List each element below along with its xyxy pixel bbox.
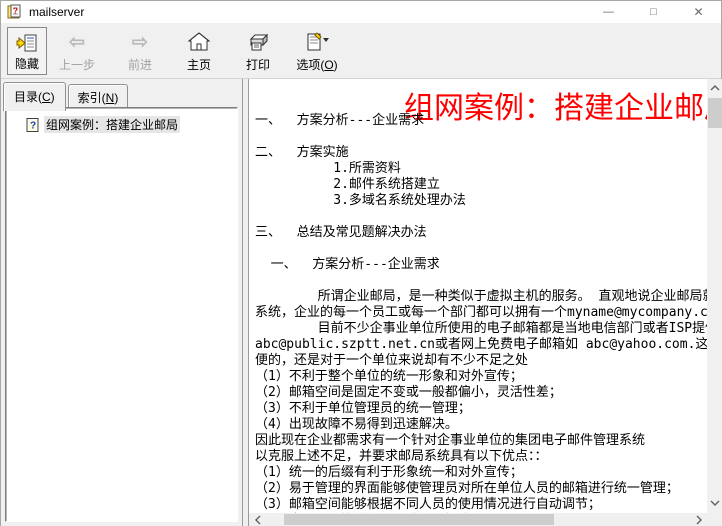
tree-item-topic[interactable]: ? 组网案例：搭建企业邮局 xyxy=(26,116,235,133)
horizontal-scrollbar[interactable] xyxy=(249,513,707,526)
forward-label: 前进 xyxy=(128,56,152,73)
content-line: 所谓企业邮局，是一种类似于虚拟主机的服务。 直观地说企业邮局就是以企 xyxy=(255,289,707,305)
svg-text:?: ? xyxy=(13,7,18,16)
horizontal-scroll-thumb[interactable] xyxy=(284,514,554,525)
close-button[interactable]: ✕ xyxy=(676,1,721,23)
options-label: 选项(O) xyxy=(296,56,337,73)
content-line: 二、 方案实施 xyxy=(255,145,707,161)
pane-splitter[interactable] xyxy=(242,79,249,526)
content-line: 3.多域名系统处理办法 xyxy=(255,193,707,209)
content-line: 三、 总结及常见题解决办法 xyxy=(255,225,707,241)
print-label: 打印 xyxy=(246,56,270,73)
toolbar: 隐藏 ⇦ 上一步 ⇨ 前进 主页 xyxy=(1,23,721,79)
forward-button[interactable]: ⇨ 前进 xyxy=(115,27,165,75)
options-button[interactable]: 选项(O) xyxy=(288,27,346,75)
content-line: （4）出现故障不易得到迅速解决。 xyxy=(255,417,707,433)
topic-body: 一、 方案分析---企业需求 二、 方案实施 1.所需资料 2.邮件系统搭建立 … xyxy=(255,113,707,513)
scrollbar-corner xyxy=(707,511,722,526)
home-label: 主页 xyxy=(187,56,211,73)
svg-text:?: ? xyxy=(30,120,36,131)
home-button[interactable]: 主页 xyxy=(174,27,224,75)
content-line: 一、 方案分析---企业需求 xyxy=(255,257,707,273)
content-line: 目前不少企事业单位所使用的电子邮箱都是当地电信部门或者ISP提供的邮 xyxy=(255,321,707,337)
maximize-button[interactable]: □ xyxy=(631,1,676,23)
vertical-scrollbar[interactable] xyxy=(707,79,722,511)
back-arrow-icon: ⇦ xyxy=(69,30,85,54)
print-button[interactable]: 打印 xyxy=(233,27,283,75)
content-line: 一、 方案分析---企业需求 xyxy=(255,113,707,129)
content-line: 因此现在企业都需求有一个针对企事业单位的集团电子邮件管理系统 xyxy=(255,433,707,449)
navigation-pane: 目录(C) 索引(N) ? 组网案例：搭建企业邮局 xyxy=(1,79,242,526)
scroll-right-icon[interactable] xyxy=(690,513,707,526)
content-line xyxy=(255,241,707,257)
hide-button[interactable]: 隐藏 xyxy=(7,27,47,75)
content-line: （3）不利于单位管理员的统一管理； xyxy=(255,401,707,417)
content-line: abc@public.szptt.net.cn或者网上免费电子邮箱如 abc@y… xyxy=(255,337,707,353)
help-topic-icon: ? xyxy=(26,118,40,132)
tab-contents[interactable]: 目录(C) xyxy=(3,82,66,111)
content-line: 2.邮件系统搭建立 xyxy=(255,177,707,193)
vertical-scroll-thumb[interactable] xyxy=(708,98,722,128)
content-line xyxy=(255,129,707,145)
back-button[interactable]: ⇦ 上一步 xyxy=(51,27,103,75)
topic-content: 组网案例：搭建企业邮局 一、 方案分析---企业需求 二、 方案实施 1.所需资… xyxy=(249,79,707,513)
scroll-left-icon[interactable] xyxy=(249,513,266,526)
options-icon xyxy=(304,30,330,54)
home-icon xyxy=(188,30,210,54)
content-line: 1.所需资料 xyxy=(255,161,707,177)
print-icon xyxy=(246,30,270,54)
minimize-button[interactable]: — xyxy=(586,1,631,23)
content-line xyxy=(255,209,707,225)
scroll-up-icon[interactable] xyxy=(707,79,722,96)
scroll-down-icon[interactable] xyxy=(707,494,722,511)
tree-item-label: 组网案例：搭建企业邮局 xyxy=(44,116,180,133)
help-book-icon: ? xyxy=(7,4,23,20)
content-line: （3）邮箱空间能够根据不同人员的使用情况进行自动调节； xyxy=(255,497,707,513)
contents-tree: ? 组网案例：搭建企业邮局 xyxy=(5,107,238,522)
content-line: （2）易于管理的界面能够使管理员对所在单位人员的邮箱进行统一管理； xyxy=(255,481,707,497)
content-line: （1）统一的后缀有利于形象统一和对外宣传； xyxy=(255,465,707,481)
forward-arrow-icon: ⇨ xyxy=(132,30,148,54)
content-line xyxy=(255,273,707,289)
hide-icon xyxy=(16,31,38,55)
content-line: （1）不利于整个单位的统一形象和对外宣传； xyxy=(255,369,707,385)
back-label: 上一步 xyxy=(59,56,95,73)
help-viewer-window: ? mailserver — □ ✕ 隐藏 ⇦ xyxy=(0,0,722,526)
content-line: （2）邮箱空间是固定不变或一般都偏小，灵活性差； xyxy=(255,385,707,401)
content-line: 便的，还是对于一个单位来说却有不少不足之处 xyxy=(255,353,707,369)
content-line: 系统，企业的每一个员工或每一个部门都可以拥有一个myname@mycompany… xyxy=(255,305,707,321)
window-title: mailserver xyxy=(29,5,84,19)
content-line: 以克服上述不足，并要求邮局系统具有以下优点：： xyxy=(255,449,707,465)
hide-label: 隐藏 xyxy=(15,55,39,72)
titlebar: ? mailserver — □ ✕ xyxy=(1,1,721,23)
